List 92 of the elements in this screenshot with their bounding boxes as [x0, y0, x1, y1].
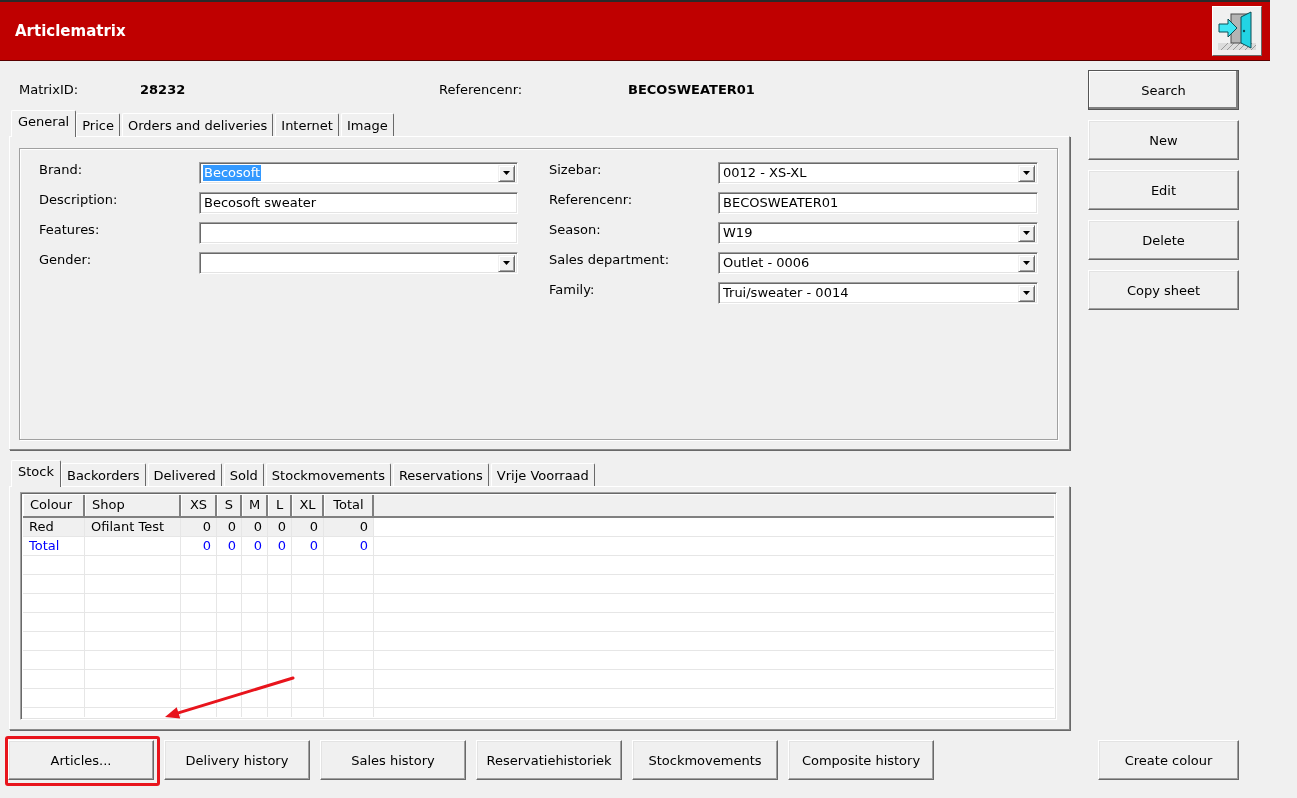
column-header[interactable]: M [242, 495, 268, 516]
side-button[interactable]: Search [1088, 70, 1239, 110]
field-label: Gender: [39, 252, 93, 268]
side-button[interactable]: Delete [1088, 220, 1239, 260]
dropdown-field[interactable] [199, 252, 518, 274]
column-header[interactable]: XL [292, 495, 324, 516]
field-value: Becosoft [203, 165, 262, 181]
table-cell: 0 [242, 518, 268, 536]
table-cell: 0 [268, 537, 292, 555]
dropdown-button[interactable] [1018, 254, 1035, 272]
history-button[interactable]: Articles... [8, 740, 154, 780]
window-title: Articlematrix [15, 22, 126, 40]
door-arrow-icon [1217, 11, 1257, 51]
field-value: Trui/sweater - 0014 [722, 285, 850, 301]
table-cell: Ofilant Test [85, 518, 181, 536]
caret-icon [1023, 291, 1030, 295]
field-value: BECOSWEATER01 [722, 195, 840, 211]
dropdown-field[interactable]: Trui/sweater - 0014 [718, 282, 1038, 304]
caret-icon [503, 171, 510, 175]
table-row[interactable]: Total 0 0 0 0 0 0 [23, 537, 374, 555]
table-cell: 0 [324, 537, 374, 555]
tab[interactable]: Backorders [61, 463, 146, 486]
table-row[interactable]: Red Ofilant Test 0 0 0 0 0 0 [23, 518, 374, 536]
side-button[interactable]: New [1088, 120, 1239, 160]
tab[interactable]: Orders and deliveries [121, 113, 274, 136]
column-header[interactable]: Total [324, 495, 374, 516]
input-field[interactable]: BECOSWEATER01 [718, 192, 1038, 214]
caret-icon [1023, 261, 1030, 265]
column-header[interactable]: Shop [85, 495, 181, 516]
tab[interactable]: Price [76, 113, 120, 136]
table-cell: 0 [181, 518, 217, 536]
history-button[interactable]: Delivery history [164, 740, 310, 780]
tab[interactable]: Stock [11, 460, 61, 487]
table-cell: Red [23, 518, 85, 536]
dropdown-button[interactable] [498, 164, 515, 182]
table-cell: 0 [292, 518, 324, 536]
tab[interactable]: Delivered [147, 463, 222, 486]
tab[interactable]: Reservations [392, 463, 489, 486]
side-button[interactable]: Edit [1088, 170, 1239, 210]
field-label: Referencenr: [549, 192, 634, 208]
table-cell: 0 [268, 518, 292, 536]
field-label: Sales department: [549, 252, 671, 268]
field-label: Referencenr: [439, 81, 524, 97]
table-cell: 0 [181, 537, 217, 555]
input-field[interactable]: Becosoft sweater [199, 192, 518, 214]
dropdown-field[interactable]: W19 [718, 222, 1038, 244]
field-label: Brand: [39, 162, 84, 178]
column-header[interactable]: XS [181, 495, 217, 516]
input-field[interactable] [199, 222, 518, 244]
history-button[interactable]: Composite history [788, 740, 934, 780]
dropdown-button[interactable] [498, 254, 515, 272]
field-value: 28232 [140, 81, 187, 97]
table-cell: 0 [217, 537, 242, 555]
exit-button[interactable] [1212, 6, 1262, 56]
dropdown-button[interactable] [1018, 224, 1035, 242]
field-value: W19 [722, 225, 754, 241]
table-cell: Total [23, 537, 85, 555]
caret-icon [503, 261, 510, 265]
table-cell: 0 [292, 537, 324, 555]
field-label: Description: [39, 192, 119, 208]
table-cell: 0 [217, 518, 242, 536]
tab[interactable]: Internet [275, 113, 339, 136]
field-label: MatrixID: [19, 81, 80, 97]
caret-icon [1023, 171, 1030, 175]
column-header[interactable]: S [217, 495, 242, 516]
tab[interactable]: Sold [223, 463, 264, 486]
tab[interactable]: General [11, 110, 77, 137]
history-button[interactable]: Reservatiehistoriek [476, 740, 622, 780]
create-colour-button[interactable]: Create colour [1098, 740, 1239, 780]
field-value: BECOSWEATER01 [628, 81, 755, 97]
column-header[interactable]: L [268, 495, 292, 516]
history-button[interactable]: Stockmovements [632, 740, 778, 780]
side-button[interactable]: Copy sheet [1088, 270, 1239, 310]
tab[interactable]: Vrije Voorraad [490, 463, 595, 486]
field-value: Becosoft sweater [203, 195, 318, 211]
dropdown-button[interactable] [1018, 164, 1035, 182]
tab[interactable]: Stockmovements [265, 463, 391, 486]
column-header[interactable]: Colour [23, 495, 85, 516]
table-cell: 0 [324, 518, 374, 536]
dropdown-field[interactable]: 0012 - XS-XL [718, 162, 1038, 184]
field-label: Season: [549, 222, 602, 238]
caret-icon [1023, 231, 1030, 235]
field-value: Outlet - 0006 [722, 255, 811, 271]
dropdown-button[interactable] [1018, 284, 1035, 302]
tab[interactable]: Image [340, 113, 394, 136]
dropdown-field[interactable]: Outlet - 0006 [718, 252, 1038, 274]
field-value: 0012 - XS-XL [722, 165, 808, 181]
field-label: Sizebar: [549, 162, 603, 178]
field-label: Family: [549, 282, 596, 298]
table-cell: 0 [242, 537, 268, 555]
history-button[interactable]: Sales history [320, 740, 466, 780]
field-label: Features: [39, 222, 101, 238]
